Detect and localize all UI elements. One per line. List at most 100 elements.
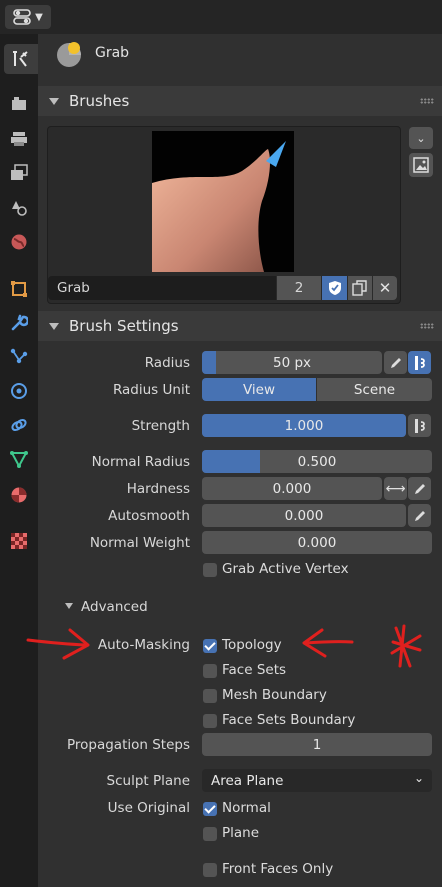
- drag-grip-icon[interactable]: [420, 98, 434, 104]
- hardness-invert-button[interactable]: ⟷: [384, 477, 407, 500]
- hardness-pen-pressure-button[interactable]: [408, 477, 431, 500]
- tab-constraints[interactable]: [4, 410, 34, 440]
- front-faces-only-checkbox[interactable]: [203, 863, 217, 877]
- normal-weight-value: 0.000: [297, 534, 337, 551]
- normal-weight-label: Normal Weight: [89, 535, 190, 551]
- brush-tool-icon: [55, 40, 83, 72]
- chevron-down-icon: ⌄: [413, 771, 424, 785]
- unlink-brush-button[interactable]: ✕: [373, 276, 397, 300]
- tab-object[interactable]: [4, 274, 34, 304]
- collapse-triangle-icon: [49, 97, 59, 105]
- radius-slider-fill: [202, 351, 217, 374]
- material-icon: [11, 487, 27, 503]
- tab-object-data[interactable]: [4, 444, 34, 474]
- pen-icon: [390, 357, 401, 368]
- tab-world[interactable]: [4, 227, 34, 257]
- mesh-boundary-checkbox[interactable]: [203, 689, 217, 703]
- brushes-panel-title: Brushes: [69, 92, 130, 110]
- physics-icon: [11, 383, 27, 399]
- tab-particles[interactable]: [4, 342, 34, 372]
- normal-radius-slider[interactable]: 0.500: [202, 450, 432, 473]
- right-arrow-annotation: [304, 640, 354, 645]
- fake-user-button[interactable]: [322, 276, 347, 300]
- camera-back-icon: [12, 97, 26, 110]
- mesh-boundary-label: Mesh Boundary: [222, 687, 327, 703]
- properties-tabs: [0, 34, 38, 887]
- use-original-plane-label: Plane: [222, 825, 260, 841]
- radius-unit-scene-option[interactable]: Scene: [317, 378, 432, 401]
- tab-tool[interactable]: [4, 44, 38, 74]
- use-original-plane-checkbox[interactable]: [203, 827, 217, 841]
- autosmooth-field[interactable]: 0.000: [202, 504, 406, 527]
- sculpt-plane-label: Sculpt Plane: [106, 773, 190, 789]
- propagation-steps-value: 1: [312, 736, 322, 753]
- normal-radius-value: 0.500: [297, 453, 337, 470]
- close-icon: ✕: [378, 279, 392, 297]
- brush-image-button[interactable]: [409, 153, 433, 177]
- world-icon: [11, 234, 27, 250]
- radius-pen-pressure-button[interactable]: [384, 351, 407, 374]
- radius-slider[interactable]: 50 px: [202, 351, 382, 374]
- tab-view-layer[interactable]: [4, 158, 34, 188]
- object-icon: [11, 281, 27, 297]
- radius-unit-view-option[interactable]: View: [202, 378, 316, 401]
- advanced-subpanel-title[interactable]: Advanced: [81, 599, 148, 615]
- brush-name-field[interactable]: Grab: [48, 276, 276, 300]
- tab-material[interactable]: [4, 480, 34, 510]
- duplicate-brush-button[interactable]: [348, 276, 372, 300]
- normal-radius-slider-fill: [202, 450, 260, 473]
- images-icon: [11, 164, 28, 180]
- face-sets-boundary-label: Face Sets Boundary: [222, 712, 356, 728]
- brush-thumbnail[interactable]: [152, 131, 294, 272]
- autosmooth-label: Autosmooth: [108, 508, 190, 524]
- pressure-icon: [414, 355, 425, 370]
- scene-icon: [12, 201, 27, 216]
- brushes-panel-header[interactable]: Brushes: [38, 86, 442, 116]
- strength-slider[interactable]: 1.000: [202, 414, 406, 437]
- radius-pressure-toggle-button[interactable]: [408, 351, 431, 374]
- pen-icon: [414, 510, 425, 521]
- use-original-normal-label: Normal: [222, 800, 271, 816]
- radius-unit-label: Radius Unit: [112, 382, 190, 398]
- tool-name: Grab: [95, 45, 130, 61]
- brush-settings-title: Brush Settings: [69, 317, 179, 335]
- pen-icon: [414, 483, 425, 494]
- autosmooth-value: 0.000: [284, 507, 324, 524]
- face-sets-boundary-checkbox[interactable]: [203, 714, 217, 728]
- drag-grip-icon[interactable]: [420, 323, 434, 329]
- normal-radius-label: Normal Radius: [91, 454, 190, 470]
- wrench-icon: [11, 314, 28, 331]
- tab-render[interactable]: [4, 89, 34, 119]
- strength-pressure-toggle-button[interactable]: [408, 414, 431, 437]
- user-count-field[interactable]: 2: [277, 276, 321, 300]
- duplicate-icon: [352, 280, 367, 296]
- autosmooth-pen-pressure-button[interactable]: [408, 504, 431, 527]
- mesh-data-icon: [10, 451, 28, 468]
- tab-physics[interactable]: [4, 376, 34, 406]
- texture-checker-icon: [11, 533, 27, 549]
- top-bar: ▼: [0, 0, 442, 34]
- user-count-text: 2: [294, 280, 304, 296]
- sculpt-plane-dropdown[interactable]: Area Plane ⌄: [202, 769, 432, 792]
- brush-settings-panel-header[interactable]: Brush Settings: [38, 311, 442, 341]
- tab-texture[interactable]: [4, 526, 34, 556]
- hardness-field[interactable]: 0.000: [202, 477, 382, 500]
- propagation-steps-field[interactable]: 1: [202, 733, 432, 756]
- tab-modifiers[interactable]: [4, 308, 34, 338]
- collapse-triangle-icon: [49, 322, 59, 330]
- use-original-normal-checkbox[interactable]: [203, 802, 217, 816]
- tab-output[interactable]: [4, 124, 34, 154]
- editor-type-menu-button[interactable]: ▼: [5, 5, 51, 29]
- tool-icon: [13, 51, 28, 67]
- pressure-icon: [414, 418, 425, 433]
- tab-scene[interactable]: [4, 193, 34, 223]
- advanced-collapse-triangle-icon[interactable]: [65, 603, 73, 609]
- radius-label: Radius: [144, 355, 190, 371]
- normal-weight-field[interactable]: 0.000: [202, 531, 432, 554]
- sculpt-plane-value: Area Plane: [211, 772, 284, 789]
- image-icon: [413, 157, 429, 173]
- chevron-down-icon: ▼: [35, 11, 43, 23]
- asterisk-annotation: [390, 624, 422, 668]
- brush-list-toggle-button[interactable]: ⌄: [409, 127, 433, 149]
- grab-active-vertex-checkbox[interactable]: [203, 563, 217, 577]
